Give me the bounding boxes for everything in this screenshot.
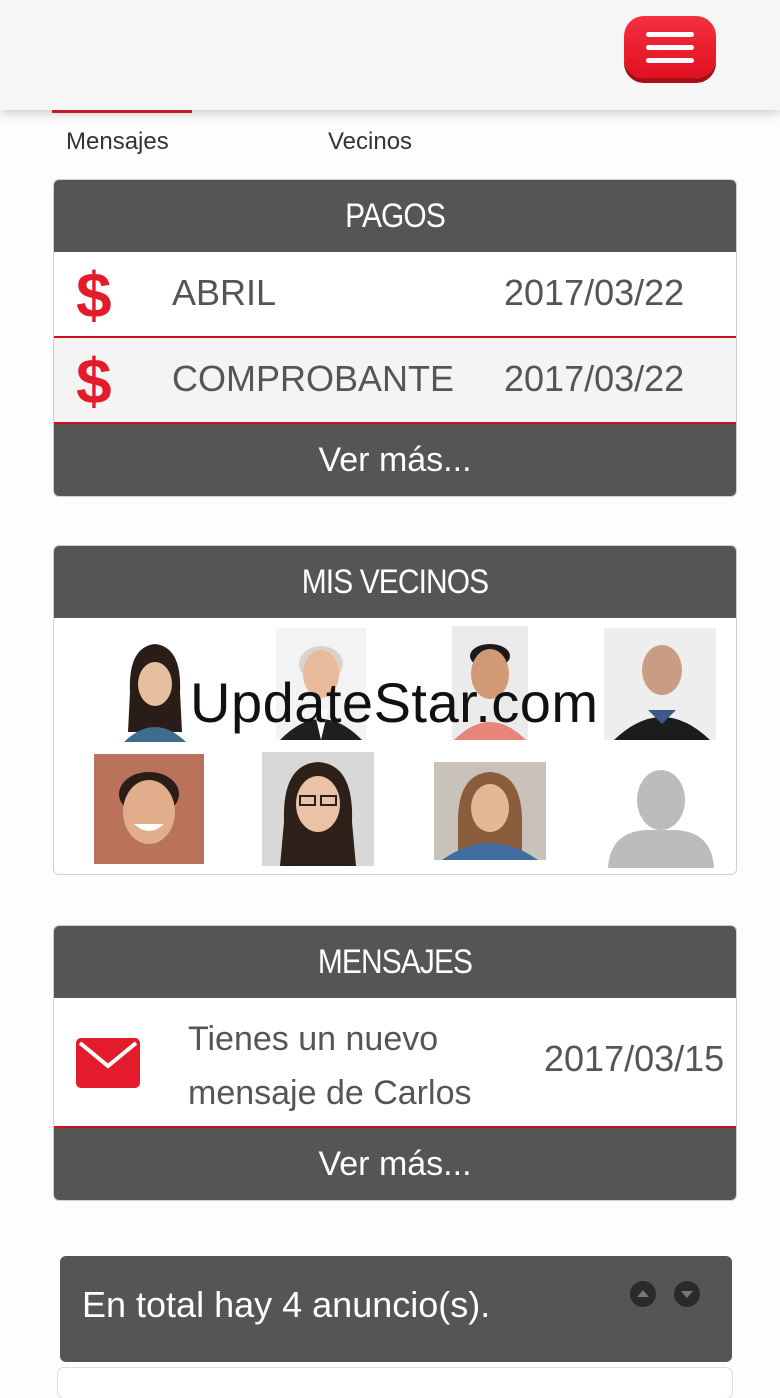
top-bar [0,0,780,110]
mensajes-card: MENSAJES Tienes un nuevo mensaje de Carl… [54,926,736,1200]
mensajes-ver-mas-button[interactable]: Ver más... [54,1128,736,1200]
tab-bar: Mensajes Vecinos [0,110,780,170]
tab-vecinos[interactable]: Vecinos [328,128,412,156]
chevron-up-icon[interactable] [630,1281,656,1307]
hamburger-line [646,45,694,50]
hamburger-line [646,32,694,37]
message-text: Tienes un nuevo mensaje de Carlos [188,1012,508,1120]
dollar-icon: $ [76,345,112,417]
chevron-down-icon[interactable] [674,1281,700,1307]
avatar[interactable] [604,628,716,740]
menu-button[interactable] [624,16,716,78]
pagos-card: PAGOS $ ABRIL 2017/03/22 $ COMPROBANTE 2… [54,180,736,496]
default-avatar-icon[interactable] [606,764,716,868]
hamburger-line [646,58,694,63]
message-line-1: Tienes un nuevo [188,1020,439,1058]
avatar[interactable] [262,752,374,866]
tab-mensajes[interactable]: Mensajes [66,128,169,156]
avatar-grid [54,618,736,874]
pago-date: 2017/03/22 [504,358,685,399]
pago-date: 2017/03/22 [504,272,685,313]
announcement-card [58,1368,732,1398]
active-tab-indicator [52,110,192,113]
message-line-2: mensaje de Carlos [188,1074,472,1112]
pago-row[interactable]: $ COMPROBANTE 2017/03/22 [54,338,736,424]
anuncios-count-text: En total hay 4 anuncio(s). [82,1284,491,1325]
avatar[interactable] [110,632,200,742]
pago-label: ABRIL [172,272,277,313]
message-row[interactable]: Tienes un nuevo mensaje de Carlos 2017/0… [54,998,736,1128]
mensajes-title: MENSAJES [94,926,696,998]
pagos-ver-mas-button[interactable]: Ver más... [54,424,736,496]
avatar[interactable] [434,762,546,860]
pago-label: COMPROBANTE [172,358,455,399]
vecinos-title: MIS VECINOS [94,546,696,618]
message-date: 2017/03/15 [544,1038,725,1079]
anuncios-bar: En total hay 4 anuncio(s). [60,1256,732,1362]
pago-row[interactable]: $ ABRIL 2017/03/22 [54,252,736,338]
dollar-icon: $ [76,259,112,331]
avatar[interactable] [94,754,204,864]
envelope-icon [76,1038,140,1088]
watermark: UpdateStar.com [190,671,599,734]
pagos-title: PAGOS [94,180,696,252]
